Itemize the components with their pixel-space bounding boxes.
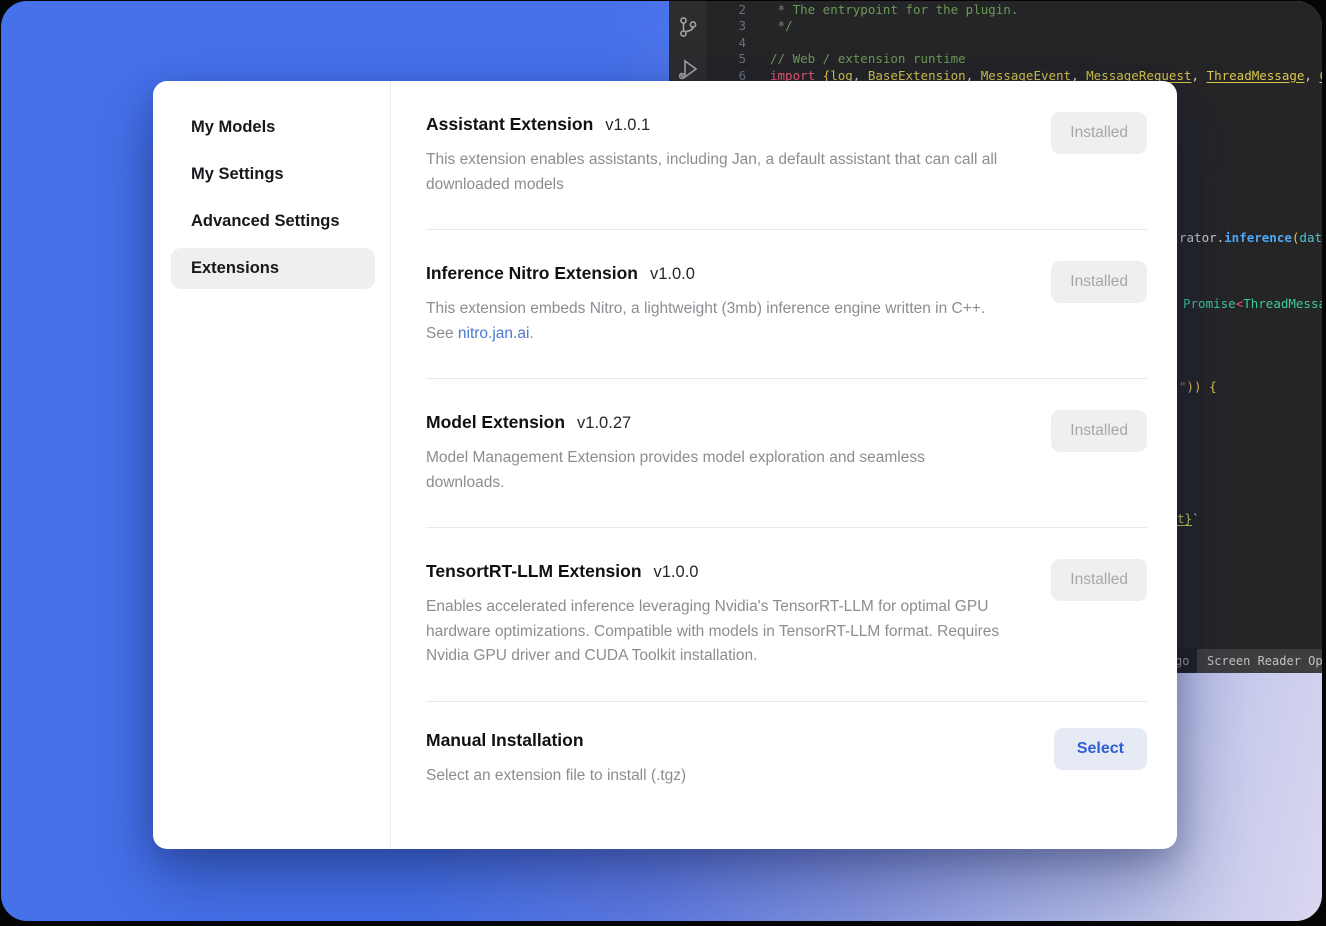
extension-row-manual-installation: Manual Installation Select an extension f…: [426, 702, 1147, 821]
extension-version: v1.0.1: [605, 116, 650, 135]
code-line: 3 */: [706, 18, 1322, 34]
desktop-background: 2 * The entrypoint for the plugin.3 */45…: [1, 1, 1322, 921]
extension-row-model-extension: Model Extension v1.0.27 Model Management E…: [426, 379, 1147, 528]
sidebar-item-my-settings[interactable]: My Settings: [171, 154, 375, 195]
extension-row-tensortrt-llm-extension: TensortRT-LLM Extension v1.0.0 Enables acc…: [426, 528, 1147, 702]
installed-button[interactable]: Installed: [1051, 410, 1147, 452]
extension-description: Model Management Extension provides mode…: [426, 446, 1004, 495]
screen-reader-optimized-status[interactable]: Screen Reader Optimize: [1197, 649, 1322, 673]
run-and-debug-icon[interactable]: [676, 57, 700, 81]
code-fragment: rator.inference(data));: [1179, 230, 1322, 246]
settings-card: My Models My Settings Advanced Settings Ext…: [153, 81, 1177, 849]
extension-version: v1.0.0: [654, 563, 699, 582]
extension-description: Select an extension file to install (.tg…: [426, 764, 686, 789]
extension-name: TensortRT-LLM Extension: [426, 561, 642, 582]
installed-button[interactable]: Installed: [1051, 261, 1147, 303]
code-fragment: t}`: [1177, 511, 1200, 527]
extension-info: Model Extension v1.0.27 Model Management E…: [426, 412, 1004, 495]
code-lines: 2 * The entrypoint for the plugin.3 */45…: [706, 2, 1322, 84]
extension-info: Assistant Extension v1.0.1 This extension …: [426, 114, 1004, 197]
extension-name: Assistant Extension: [426, 114, 593, 135]
extension-description: This extension enables assistants, inclu…: [426, 148, 1004, 197]
nitro-jan-ai-link[interactable]: nitro.jan.ai: [458, 325, 530, 342]
extension-version: v1.0.27: [577, 414, 631, 433]
line-number: 5: [706, 51, 746, 67]
sidebar-item-advanced-settings[interactable]: Advanced Settings: [171, 201, 375, 242]
extension-name: Manual Installation: [426, 730, 584, 751]
status-left-text: go: [1175, 649, 1189, 673]
extension-description: This extension embeds Nitro, a lightweig…: [426, 297, 1004, 346]
code-line: 4: [706, 35, 1322, 51]
extension-info: Inference Nitro Extension v1.0.0 This exte…: [426, 263, 1004, 346]
code-fragment: Promise<ThreadMessage>: [1183, 296, 1322, 312]
installed-button[interactable]: Installed: [1051, 559, 1147, 601]
line-number: 4: [706, 35, 746, 51]
extension-row-assistant-extension: Assistant Extension v1.0.1 This extension …: [426, 81, 1147, 230]
extension-name: Inference Nitro Extension: [426, 263, 638, 284]
source-control-icon[interactable]: [676, 15, 700, 39]
extension-info: Manual Installation Select an extension f…: [426, 730, 686, 789]
code-line: 2 * The entrypoint for the plugin.: [706, 2, 1322, 18]
extension-row-inference-nitro-extension: Inference Nitro Extension v1.0.0 This exte…: [426, 230, 1147, 379]
line-number: 2: [706, 2, 746, 18]
code-fragment: ")) {: [1179, 379, 1217, 395]
screenshot-stage: 2 * The entrypoint for the plugin.3 */45…: [0, 0, 1326, 926]
installed-button[interactable]: Installed: [1051, 112, 1147, 154]
sidebar-item-extensions[interactable]: Extensions: [171, 248, 375, 289]
extension-version: v1.0.0: [650, 265, 695, 284]
extensions-list: Assistant Extension v1.0.1 This extension …: [391, 81, 1177, 849]
sidebar-item-my-models[interactable]: My Models: [171, 107, 375, 148]
sidebar-nav: My Models My Settings Advanced Settings Ext…: [153, 81, 391, 849]
code-line: 5// Web / extension runtime: [706, 51, 1322, 67]
extension-description: Enables accelerated inference leveraging…: [426, 595, 1004, 669]
select-button[interactable]: Select: [1054, 728, 1147, 770]
extension-name: Model Extension: [426, 412, 565, 433]
line-number: 3: [706, 18, 746, 34]
extension-info: TensortRT-LLM Extension v1.0.0 Enables acc…: [426, 561, 1004, 669]
